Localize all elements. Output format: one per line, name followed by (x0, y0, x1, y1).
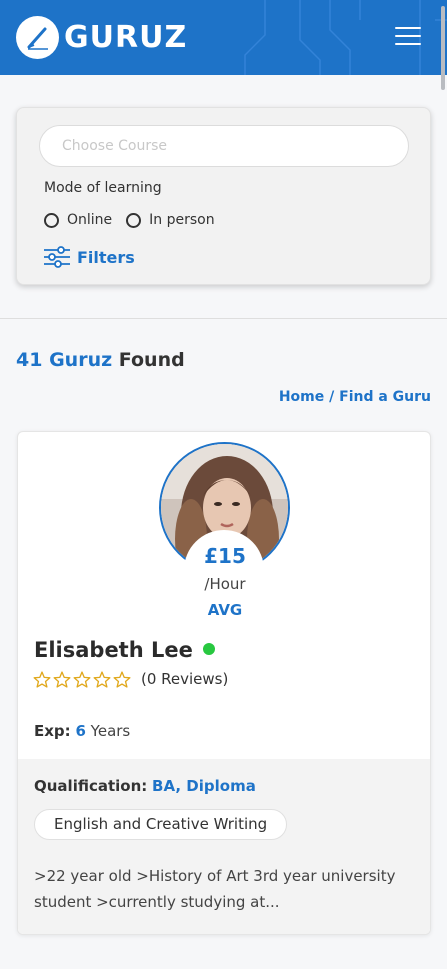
subject-tag[interactable]: English and Creative Writing (34, 809, 288, 840)
tutor-name-text: Elisabeth Lee (34, 638, 193, 662)
radio-circle[interactable] (126, 212, 142, 228)
tutor-bio: >22 year old >History of Art 3rd year un… (34, 867, 396, 911)
star-outline-icon (33, 670, 51, 688)
qualification-label: Qualification: (34, 777, 148, 795)
tutor-name[interactable]: Elisabeth Lee (34, 638, 215, 662)
star-outline-icon (73, 670, 91, 688)
pen-logo-icon (16, 16, 59, 59)
search-panel: Mode of learning Online In person Filter… (16, 107, 431, 285)
tutor-card[interactable]: £15 /Hour AVG Elisabeth Lee (0 Reviews) … (17, 431, 431, 935)
exp-unit: Years (90, 722, 131, 740)
breadcrumb-home[interactable]: Home (279, 389, 324, 405)
results-count: 41 (16, 349, 43, 371)
star-outline-icon (113, 670, 131, 688)
mode-of-learning-label: Mode of learning (44, 180, 162, 196)
brand-logo[interactable]: GURUZ (16, 16, 187, 59)
site-header: GURUZ (0, 0, 447, 75)
experience: Exp: 6 Years (34, 722, 130, 740)
filters-button[interactable]: Filters (43, 246, 135, 268)
reviews-count: (0 Reviews) (141, 670, 229, 688)
hourly-price: £15 (204, 544, 246, 568)
breadcrumb-separator: / (324, 389, 340, 405)
radio-in-person[interactable]: In person (126, 212, 215, 228)
qualification-value: BA, Diploma (152, 777, 256, 795)
brand-name: GURUZ (64, 20, 188, 55)
star-outline-icon (93, 670, 111, 688)
radio-online[interactable]: Online (44, 212, 112, 228)
section-divider (0, 318, 447, 319)
radio-circle[interactable] (44, 212, 59, 228)
results-count-heading: 41 Guruz Found (16, 349, 185, 371)
exp-label: Exp: (34, 722, 71, 740)
qualification: Qualification: BA, Diploma (34, 777, 256, 795)
breadcrumb: Home / Find a Guru (279, 389, 431, 405)
radio-label-online: Online (67, 212, 113, 228)
tutor-details: Qualification: BA, Diploma English and C… (18, 759, 430, 934)
breadcrumb-current[interactable]: Find a Guru (339, 389, 431, 405)
rating: (0 Reviews) (33, 670, 228, 688)
mode-radio-group: Online In person (44, 212, 229, 228)
price-avg-label: AVG (207, 601, 243, 619)
results-brand-word: Guruz (49, 349, 113, 371)
sliders-icon (44, 246, 70, 268)
radio-label-in-person: In person (149, 212, 215, 228)
price-unit: /Hour (204, 575, 246, 593)
hamburger-menu-icon[interactable] (395, 27, 421, 47)
results-found-word: Found (118, 349, 185, 371)
scrollbar[interactable] (441, 6, 445, 90)
online-status-dot (202, 643, 215, 655)
course-search-input[interactable] (39, 125, 409, 167)
filters-label: Filters (77, 247, 135, 267)
exp-value: 6 (75, 722, 86, 740)
star-outline-icon (53, 670, 71, 688)
